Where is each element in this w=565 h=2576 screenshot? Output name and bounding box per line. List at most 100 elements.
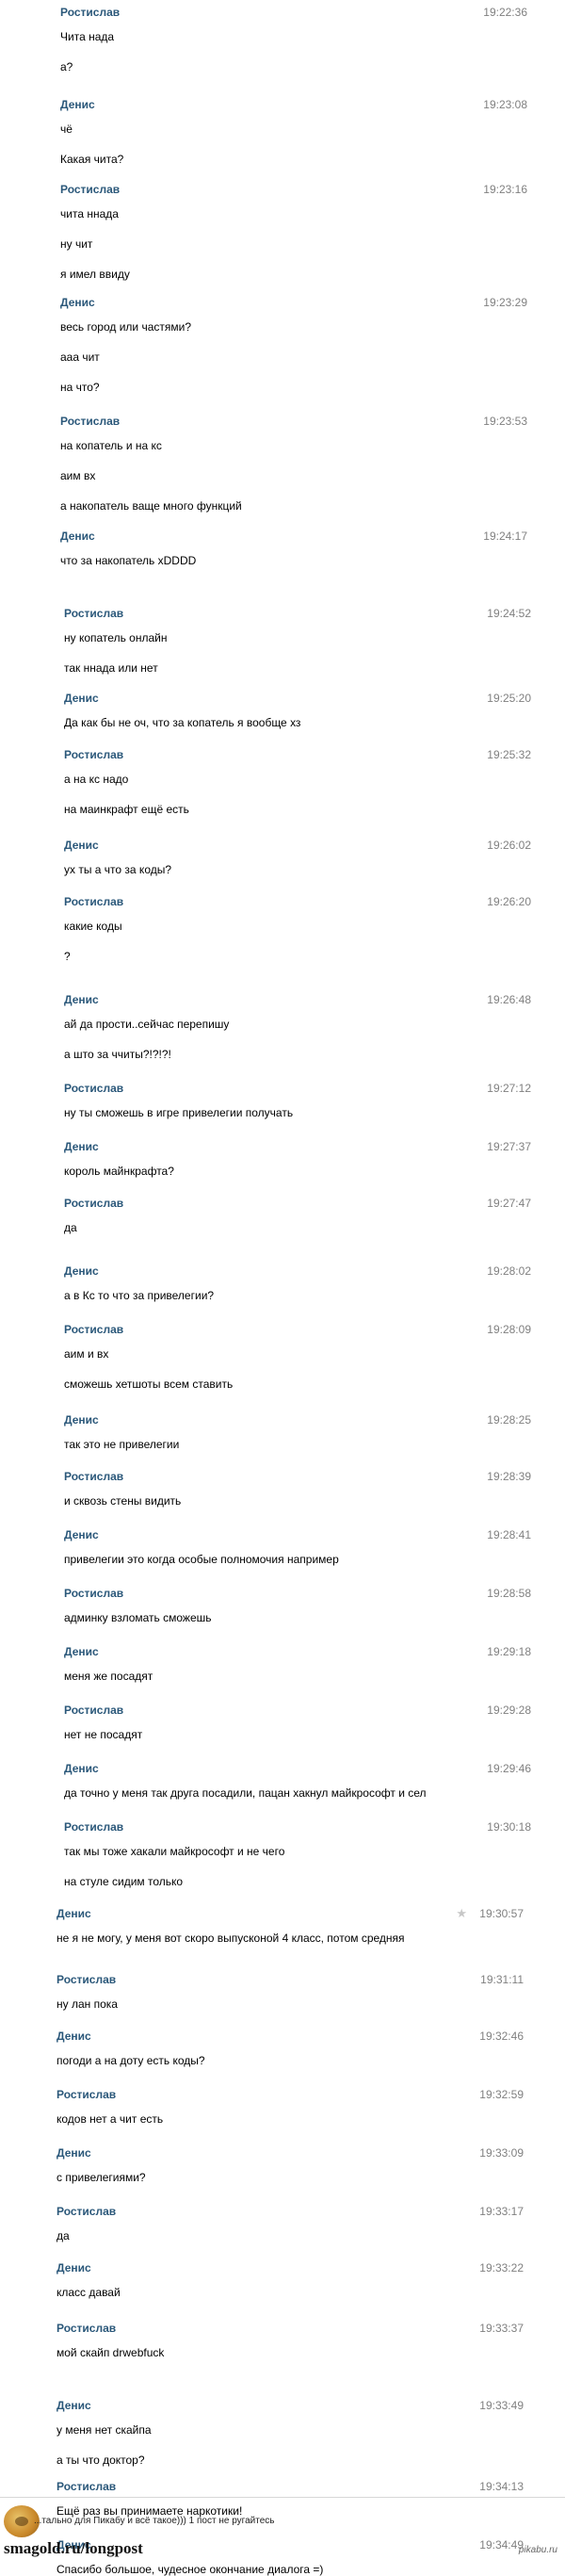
message-time[interactable]: 19:29:28 [487,1704,531,1717]
message-time[interactable]: 19:28:25 [487,1413,531,1427]
message-text: а накопатель ваще много функций [60,499,242,513]
message-text: ну лан пока [56,1997,118,2011]
message-time[interactable]: 19:23:53 [483,415,527,428]
message-time[interactable]: 19:27:37 [487,1140,531,1153]
message-text: Какая чита? [60,153,124,166]
message-text: нет не посадят [64,1728,143,1741]
message-sender[interactable]: Денис [56,2146,91,2160]
message-sender[interactable]: Ростислав [64,895,123,908]
message-text: а в Кс то что за привелегии? [64,1289,215,1302]
message-time[interactable]: 19:30:57 [479,1907,524,1920]
message-text: а ты что доктор? [56,2454,145,2467]
message-time[interactable]: 19:32:59 [479,2088,524,2101]
message-text: да [56,2229,70,2242]
message-text: ну чит [60,237,93,251]
message-sender[interactable]: Ростислав [64,1323,123,1336]
message-sender[interactable]: Ростислав [60,183,120,196]
message-time[interactable]: 19:33:22 [479,2261,524,2274]
message-text: ух ты а что за коды? [64,863,172,876]
message-sender[interactable]: Денис [60,98,95,111]
message-sender[interactable]: Ростислав [64,1197,123,1210]
message-time[interactable]: 19:28:41 [487,1528,531,1541]
message-sender[interactable]: Денис [60,296,95,309]
message-sender[interactable]: Денис [60,530,95,543]
message-sender[interactable]: Денис [64,1413,99,1427]
message-sender[interactable]: Денис [64,1645,99,1658]
message-time[interactable]: 19:28:39 [487,1470,531,1483]
message-sender[interactable]: Денис [64,1528,99,1541]
message-time[interactable]: 19:27:12 [487,1082,531,1095]
message-sender[interactable]: Денис [56,1907,91,1920]
message-sender[interactable]: Ростислав [56,2088,116,2101]
message-time[interactable]: 19:26:20 [487,895,531,908]
message-time[interactable]: 19:23:08 [483,98,527,111]
message-time[interactable]: 19:26:02 [487,839,531,852]
message-sender[interactable]: Ростислав [64,748,123,761]
message-time[interactable]: 19:24:52 [487,607,531,620]
message-text: аим и вх [64,1347,109,1361]
message-sender[interactable]: Ростислав [56,2480,116,2493]
message-sender[interactable]: Денис [64,692,99,705]
message-time[interactable]: 19:23:29 [483,296,527,309]
message-sender[interactable]: Ростислав [64,1470,123,1483]
message-text: привелегии это когда особые полномочия н… [64,1553,339,1566]
message-text: а на кс надо [64,773,129,786]
message-text: на маинкрафт ещё есть [64,803,189,816]
message-text: не я не могу, у меня вот скоро выпусконо… [56,1932,405,1945]
site-link[interactable]: smagold.ru/longpost [4,2539,143,2558]
message-time[interactable]: 19:27:47 [487,1197,531,1210]
message-text: а? [60,60,73,73]
message-sender[interactable]: Ростислав [64,1082,123,1095]
message-time[interactable]: 19:34:13 [479,2480,524,2493]
footer-caption: ...тально для Пикабу и всё такое))) 1 по… [34,2516,275,2526]
message-sender[interactable]: Денис [64,1140,99,1153]
message-text: кодов нет а чит есть [56,2112,164,2126]
message-time[interactable]: 19:28:58 [487,1587,531,1600]
message-time[interactable]: 19:29:18 [487,1645,531,1658]
message-time[interactable]: 19:23:16 [483,183,527,196]
message-text: сможешь хетшоты всем ставить [64,1378,234,1391]
message-sender[interactable]: Денис [64,993,99,1006]
message-time[interactable]: 19:24:17 [483,530,527,543]
message-time[interactable]: 19:33:37 [479,2322,524,2335]
message-sender[interactable]: Ростислав [60,415,120,428]
message-sender[interactable]: Ростислав [56,1973,116,1986]
message-time[interactable]: 19:32:46 [479,2030,524,2043]
message-sender[interactable]: Денис [56,2399,91,2412]
message-sender[interactable]: Ростислав [60,6,120,19]
message-sender[interactable]: Денис [56,2261,91,2274]
message-text: ну копатель онлайн [64,631,168,644]
message-time[interactable]: 19:30:18 [487,1820,531,1834]
message-time[interactable]: 19:26:48 [487,993,531,1006]
message-time[interactable]: 19:22:36 [483,6,527,19]
message-text: с привелегиями? [56,2171,146,2184]
message-time[interactable]: 19:28:02 [487,1264,531,1278]
message-time[interactable]: 19:31:11 [480,1973,524,1986]
message-text: я имел ввиду [60,268,130,281]
message-text: на стуле сидим только [64,1875,184,1888]
message-text: да точно у меня так друга посадили, паца… [64,1786,427,1800]
message-sender[interactable]: Ростислав [64,607,123,620]
message-time[interactable]: 19:33:17 [479,2205,524,2218]
message-time[interactable]: 19:33:09 [479,2146,524,2160]
message-time[interactable]: 19:28:09 [487,1323,531,1336]
message-text: класс давай [56,2286,121,2299]
message-sender[interactable]: Денис [64,1762,99,1775]
message-sender[interactable]: Ростислав [64,1704,123,1717]
message-sender[interactable]: Ростислав [56,2322,116,2335]
message-time[interactable]: 19:25:20 [487,692,531,705]
favorite-star-icon[interactable]: ★ [456,1906,467,1921]
message-time[interactable]: 19:29:46 [487,1762,531,1775]
message-time[interactable]: 19:25:32 [487,748,531,761]
message-text: весь город или частями? [60,320,191,334]
message-sender[interactable]: Денис [56,2030,91,2043]
message-sender[interactable]: Ростислав [64,1820,123,1834]
message-sender[interactable]: Ростислав [64,1587,123,1600]
message-sender[interactable]: Денис [64,1264,99,1278]
message-sender[interactable]: Ростислав [56,2205,116,2218]
message-text: ай да прости..сейчас перепишу [64,1018,230,1031]
message-sender[interactable]: Денис [64,839,99,852]
message-text: так это не привелегии [64,1438,180,1451]
watermark: pikabu.ru [518,2545,557,2555]
message-time[interactable]: 19:33:49 [479,2399,524,2412]
